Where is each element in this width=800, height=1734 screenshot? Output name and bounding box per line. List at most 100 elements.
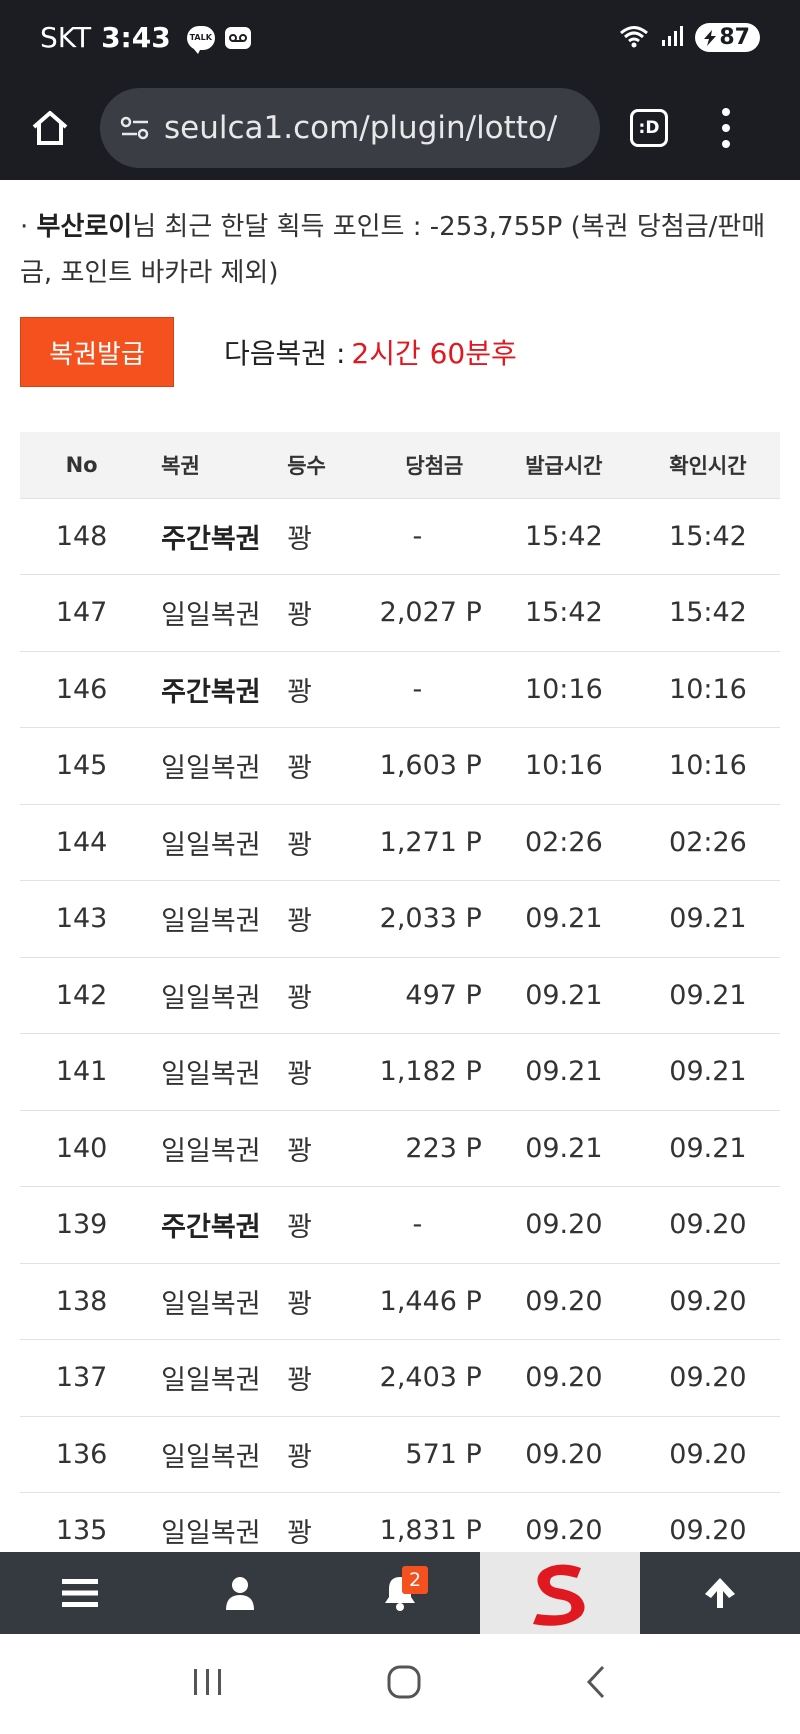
table-row: 137 일일복권 꽝 2,403 P 09.20 09.20 <box>20 1339 780 1417</box>
table-row: 148 주간복권 꽝 -15:42 15:42 <box>20 498 780 575</box>
cell-issued: 09.21 <box>491 1033 636 1111</box>
table-row: 147 일일복권 꽝 2,027 P 15:42 15:42 <box>20 574 780 652</box>
battery-indicator: 87 <box>695 23 760 52</box>
cell-no: 141 <box>20 1033 144 1111</box>
cell-checked: 09.20 <box>635 1186 780 1264</box>
cell-checked: 09.20 <box>635 1263 780 1340</box>
cell-checked: 02:26 <box>635 804 780 881</box>
cell-prize: 497 P <box>377 957 492 1034</box>
site-settings-icon[interactable] <box>120 115 150 141</box>
scroll-top-button[interactable] <box>640 1552 800 1634</box>
back-button[interactable] <box>583 1664 609 1704</box>
cell-rank: 꽝 <box>287 1110 377 1187</box>
home-button[interactable] <box>22 100 78 156</box>
table-row: 143 일일복권 꽝 2,033 P 09.21 09.21 <box>20 880 780 958</box>
cell-prize: - <box>377 651 492 728</box>
cell-type: 일일복권 <box>143 1416 288 1493</box>
table-row: 142 일일복권 꽝 497 P 09.21 09.21 <box>20 957 780 1034</box>
table-row: 141 일일복권 꽝 1,182 P 09.21 09.21 <box>20 1033 780 1111</box>
cell-rank: 꽝 <box>287 804 377 881</box>
cell-checked: 15:42 <box>635 498 780 575</box>
cell-type: 일일복권 <box>143 1110 288 1187</box>
wifi-icon <box>619 24 649 52</box>
cell-rank: 꽝 <box>287 957 377 1034</box>
cell-no: 148 <box>20 498 144 575</box>
cell-no: 136 <box>20 1416 144 1493</box>
cell-type: 일일복권 <box>143 880 288 958</box>
next-lottery-countdown: 2시간 60분후 <box>351 337 517 370</box>
back-icon <box>587 1665 605 1699</box>
cell-no: 135 <box>20 1492 144 1552</box>
user-icon <box>226 1577 254 1610</box>
dot <box>722 139 730 148</box>
cell-issued: 15:42 <box>491 574 636 652</box>
cell-checked: 09.21 <box>635 957 780 1034</box>
cell-issued: 09.20 <box>491 1263 636 1340</box>
cell-no: 137 <box>20 1339 144 1417</box>
android-navigation-bar <box>0 1634 800 1734</box>
cell-prize: 2,033 P <box>377 880 492 958</box>
header-rank: 등수 <box>287 432 377 499</box>
tab-switcher-button[interactable]: :D <box>630 108 668 147</box>
kakaotalk-icon: TALK <box>186 25 215 54</box>
table-row: 135 일일복권 꽝 1,831 P 09.20 09.20 <box>20 1492 780 1552</box>
notifications-button[interactable]: 2 <box>320 1552 480 1634</box>
cell-type: 주간복권 <box>143 1186 288 1264</box>
home-circle-icon <box>387 1665 421 1699</box>
cell-type: 일일복권 <box>143 727 288 805</box>
cell-rank: 꽝 <box>287 1263 377 1340</box>
cell-prize: - <box>377 498 492 575</box>
home-nav-button[interactable] <box>386 1664 422 1704</box>
table-row: 145 일일복권 꽝 1,603 P 10:16 10:16 <box>20 727 780 805</box>
header-type: 복권 <box>143 432 288 499</box>
cell-prize: 1,182 P <box>377 1033 492 1111</box>
cell-no: 138 <box>20 1263 144 1340</box>
recent-apps-icon <box>193 1669 221 1695</box>
cell-type: 일일복권 <box>143 957 288 1034</box>
carrier-label: SKT <box>40 21 92 54</box>
monthly-points-summary: · 부산로이님 최근 한달 획득 포인트 : -253,755P (복권 당첨금… <box>20 204 785 296</box>
cell-issued: 09.21 <box>491 880 636 958</box>
cell-rank: 꽝 <box>287 1339 377 1417</box>
cell-issued: 10:16 <box>491 651 636 728</box>
menu-icon <box>62 1579 98 1607</box>
dot <box>722 123 730 132</box>
issue-lottery-button[interactable]: 복권발급 <box>20 317 174 387</box>
table-header-row: No 복권 등수 당첨금 발급시간 확인시간 <box>20 432 780 499</box>
table-row: 136 일일복권 꽝 571 P 09.20 09.20 <box>20 1416 780 1493</box>
cell-issued: 09.20 <box>491 1186 636 1264</box>
header-checked: 확인시간 <box>635 432 780 499</box>
cell-issued: 09.21 <box>491 957 636 1034</box>
status-bar: SKT 3:43 TALK 87 <box>0 0 800 75</box>
user-button[interactable] <box>160 1552 320 1634</box>
menu-button[interactable] <box>0 1552 160 1634</box>
signal-icon <box>661 25 684 51</box>
s-logo-icon <box>533 1564 585 1626</box>
next-lottery-label: 다음복권 : <box>224 337 346 370</box>
site-logo[interactable] <box>480 1552 640 1634</box>
issue-row: 복권발급 다음복권 : 2시간 60분후 <box>20 317 517 387</box>
browser-menu-button[interactable] <box>716 107 736 148</box>
cell-no: 145 <box>20 727 144 805</box>
address-bar[interactable]: seulca1.com/plugin/lotto/ <box>100 87 600 168</box>
cell-checked: 09.20 <box>635 1416 780 1493</box>
table-row: 144 일일복권 꽝 1,271 P 02:26 02:26 <box>20 804 780 881</box>
cell-no: 143 <box>20 880 144 958</box>
table-row: 139 주간복권 꽝 -09.20 09.20 <box>20 1186 780 1264</box>
cell-type: 주간복권 <box>143 651 288 728</box>
cell-prize: 223 P <box>377 1110 492 1187</box>
cell-checked: 09.21 <box>635 880 780 958</box>
cell-type: 일일복권 <box>143 1033 288 1111</box>
home-icon <box>32 110 68 145</box>
username: 부산로이 <box>36 212 133 242</box>
url-text[interactable]: seulca1.com/plugin/lotto/ <box>164 110 557 146</box>
cell-rank: 꽝 <box>287 498 377 575</box>
cell-prize: 1,831 P <box>377 1492 492 1552</box>
cell-no: 144 <box>20 804 144 881</box>
cell-type: 일일복권 <box>143 574 288 652</box>
cell-rank: 꽝 <box>287 1416 377 1493</box>
cell-issued: 09.20 <box>491 1416 636 1493</box>
cell-issued: 15:42 <box>491 498 636 575</box>
lottery-history-table: No 복권 등수 당첨금 발급시간 확인시간 148 주간복권 꽝 -15:42 15:… <box>20 432 780 1552</box>
recent-apps-button[interactable] <box>191 1667 225 1701</box>
